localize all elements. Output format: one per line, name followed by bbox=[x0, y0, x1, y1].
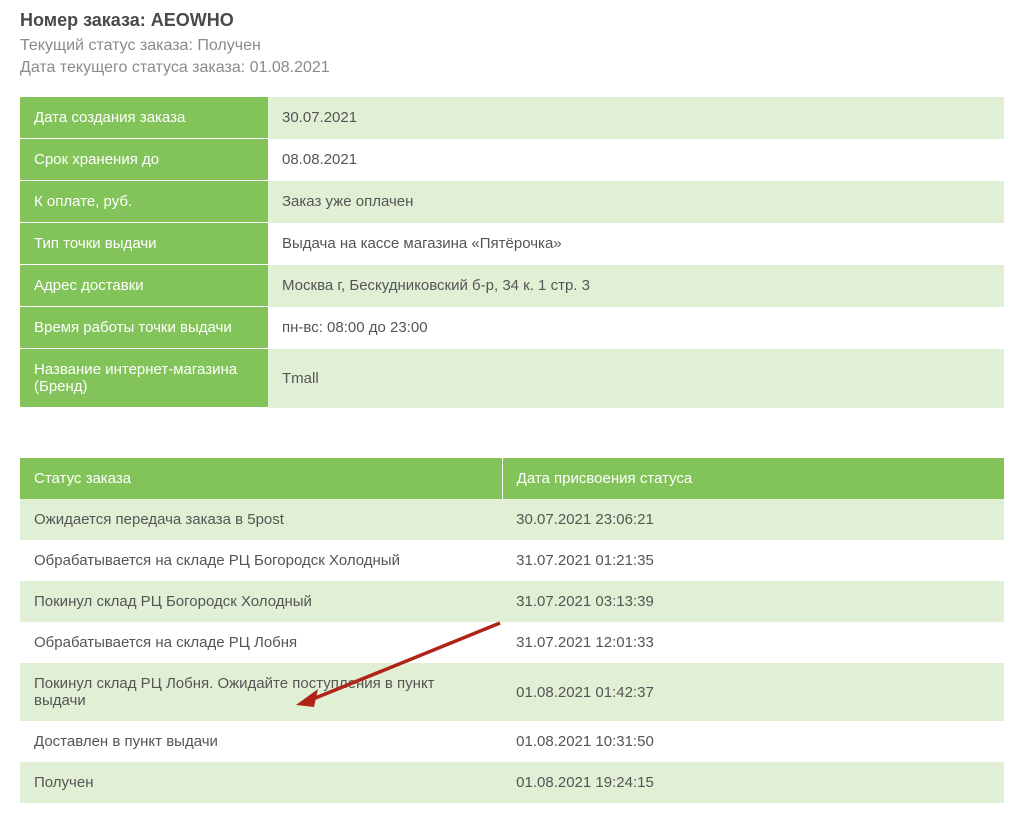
status-cell: Доставлен в пункт выдачи bbox=[20, 721, 502, 762]
info-label: Тип точки выдачи bbox=[20, 223, 268, 265]
info-label: Адрес доставки bbox=[20, 265, 268, 307]
table-row: Доставлен в пункт выдачи 01.08.2021 10:3… bbox=[20, 721, 1004, 762]
info-value: 08.08.2021 bbox=[268, 139, 1004, 181]
current-status-label: Текущий статус заказа: bbox=[20, 37, 197, 54]
date-header: Дата присвоения статуса bbox=[502, 458, 1004, 499]
info-value: пн-вс: 08:00 до 23:00 bbox=[268, 307, 1004, 349]
table-row: Тип точки выдачи Выдача на кассе магазин… bbox=[20, 223, 1004, 265]
date-cell: 01.08.2021 01:42:37 bbox=[502, 663, 1004, 721]
info-value: 30.07.2021 bbox=[268, 97, 1004, 139]
table-row: Название интернет-магазина (Бренд) Tmall bbox=[20, 349, 1004, 408]
info-label: Срок хранения до bbox=[20, 139, 268, 181]
date-cell: 31.07.2021 12:01:33 bbox=[502, 622, 1004, 663]
status-cell: Покинул склад РЦ Богородск Холодный bbox=[20, 581, 502, 622]
current-status-line: Текущий статус заказа: Получен bbox=[20, 37, 1004, 55]
table-row: Покинул склад РЦ Лобня. Ожидайте поступл… bbox=[20, 663, 1004, 721]
current-status-value: Получен bbox=[197, 37, 260, 54]
info-label: Дата создания заказа bbox=[20, 97, 268, 139]
table-row: Обрабатывается на складе РЦ Лобня 31.07.… bbox=[20, 622, 1004, 663]
status-cell: Обрабатывается на складе РЦ Лобня bbox=[20, 622, 502, 663]
table-row: Адрес доставки Москва г, Бескудниковский… bbox=[20, 265, 1004, 307]
table-row: Срок хранения до 08.08.2021 bbox=[20, 139, 1004, 181]
table-header-row: Статус заказа Дата присвоения статуса bbox=[20, 458, 1004, 499]
info-value: Москва г, Бескудниковский б-р, 34 к. 1 с… bbox=[268, 265, 1004, 307]
date-cell: 31.07.2021 03:13:39 bbox=[502, 581, 1004, 622]
table-row: Ожидается передача заказа в 5post 30.07.… bbox=[20, 499, 1004, 540]
table-row: Дата создания заказа 30.07.2021 bbox=[20, 97, 1004, 139]
order-number-value: AEOWHO bbox=[151, 10, 234, 30]
table-row: Покинул склад РЦ Богородск Холодный 31.0… bbox=[20, 581, 1004, 622]
status-date-value: 01.08.2021 bbox=[250, 59, 330, 76]
status-date-line: Дата текущего статуса заказа: 01.08.2021 bbox=[20, 59, 1004, 77]
table-row: Обрабатывается на складе РЦ Богородск Хо… bbox=[20, 540, 1004, 581]
order-header: Номер заказа: AEOWHO Текущий статус зака… bbox=[20, 10, 1004, 77]
status-cell: Ожидается передача заказа в 5post bbox=[20, 499, 502, 540]
table-row: Время работы точки выдачи пн-вс: 08:00 д… bbox=[20, 307, 1004, 349]
status-cell: Покинул склад РЦ Лобня. Ожидайте поступл… bbox=[20, 663, 502, 721]
info-value: Выдача на кассе магазина «Пятёрочка» bbox=[268, 223, 1004, 265]
status-date-label: Дата текущего статуса заказа: bbox=[20, 59, 250, 76]
order-number-label: Номер заказа: bbox=[20, 10, 151, 30]
date-cell: 01.08.2021 10:31:50 bbox=[502, 721, 1004, 762]
info-label: Время работы точки выдачи bbox=[20, 307, 268, 349]
info-label: К оплате, руб. bbox=[20, 181, 268, 223]
status-cell: Обрабатывается на складе РЦ Богородск Хо… bbox=[20, 540, 502, 581]
table-row: К оплате, руб. Заказ уже оплачен bbox=[20, 181, 1004, 223]
date-cell: 30.07.2021 23:06:21 bbox=[502, 499, 1004, 540]
status-header: Статус заказа bbox=[20, 458, 502, 499]
status-history-table: Статус заказа Дата присвоения статуса Ож… bbox=[20, 458, 1004, 803]
info-value: Заказ уже оплачен bbox=[268, 181, 1004, 223]
info-value: Tmall bbox=[268, 349, 1004, 408]
info-label: Название интернет-магазина (Бренд) bbox=[20, 349, 268, 408]
date-cell: 31.07.2021 01:21:35 bbox=[502, 540, 1004, 581]
status-table-wrapper: Статус заказа Дата присвоения статуса Ож… bbox=[20, 458, 1004, 803]
order-number-line: Номер заказа: AEOWHO bbox=[20, 10, 1004, 31]
order-info-table: Дата создания заказа 30.07.2021 Срок хра… bbox=[20, 97, 1004, 408]
